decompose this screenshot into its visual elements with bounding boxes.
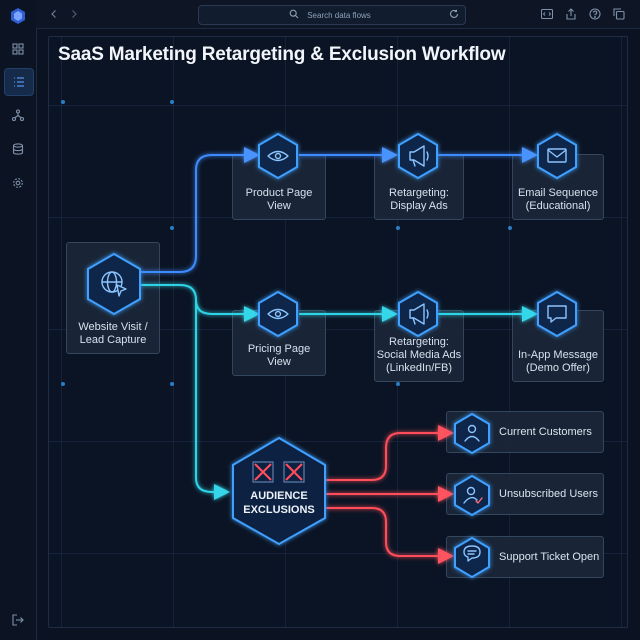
hex-pricing-page bbox=[258, 290, 298, 338]
hex-unsubscribed bbox=[454, 474, 490, 517]
flow-line-source-to-product bbox=[140, 147, 260, 273]
hex-in-app bbox=[537, 290, 577, 338]
hex-product-page bbox=[258, 132, 298, 180]
flow-diagram bbox=[61, 100, 577, 579]
exclusions-label: AUDIENCE EXCLUSIONS bbox=[232, 489, 326, 517]
flow-line-source-to-exclusions bbox=[195, 300, 230, 500]
hex-email bbox=[537, 132, 577, 180]
exclusions-label-text: AUDIENCE EXCLUSIONS bbox=[243, 490, 315, 516]
flow-line-to-support-ticket bbox=[326, 507, 454, 564]
hex-current-customers bbox=[454, 412, 490, 455]
hex-display-ads bbox=[398, 132, 438, 180]
hex-social-ads bbox=[398, 290, 438, 338]
flow-line-to-current-customers bbox=[326, 425, 454, 481]
flow-line-source-to-pricing bbox=[140, 284, 260, 322]
hex-source bbox=[87, 252, 141, 316]
